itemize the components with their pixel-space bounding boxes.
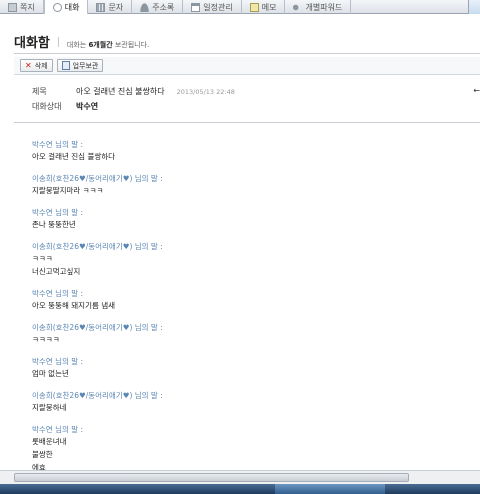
message-line: 불쌍한 (32, 450, 53, 459)
tab-label: 개별파워드 (305, 2, 343, 12)
tab-memo[interactable]: 메모 (242, 0, 286, 14)
message-line: 아오 걸래년 진심 불쌍하다 (32, 152, 116, 161)
partner-row: 대화상대 박수연 (32, 101, 480, 116)
tab-sms[interactable]: 문자 (88, 0, 133, 14)
scrollbar-thumb[interactable] (14, 473, 409, 482)
partner-key: 대화상대 (32, 102, 62, 111)
message-toolbar: ✕ 삭제 업무보관 (14, 57, 480, 75)
delete-button[interactable]: ✕ 삭제 (20, 59, 53, 72)
back-arrow-icon[interactable]: ← (473, 86, 480, 95)
memo-icon (249, 2, 259, 12)
tab-label: 문자 (108, 2, 124, 12)
message-speaker: 박수연 님의 말 : (32, 208, 84, 217)
tab-calendar[interactable]: 일정관리 (183, 0, 242, 14)
delete-x-icon: ✕ (25, 60, 32, 70)
save-to-work-button[interactable]: 업무보관 (56, 59, 104, 72)
subject-value: 아오 걸래년 진심 불쌍하다 (76, 87, 165, 96)
message-line: 존나 뚱뚱한년 (32, 220, 76, 229)
retention-prefix: 대화는 (66, 41, 89, 49)
message-speaker: 이송희(호찬26♥/동어리애기♥) 님의 말 : (32, 391, 163, 400)
page-title: 대화함 (14, 36, 50, 51)
message-speaker: 박수연 님의 말 : (32, 140, 84, 149)
message-speaker: 박수연 님의 말 : (32, 289, 84, 298)
retention-notice: 대화는 6개월간 보관됩니다. (67, 40, 149, 50)
subject-key: 제목 (32, 87, 47, 96)
app-tab-bar: 쪽지 대화 문자 주소록 일정관리 메모 개별파워드 (0, 0, 480, 14)
message-list: 박수연 님의 말 : 아오 걸래년 진심 불쌍하다 이송희(호찬26♥/동어리애… (32, 140, 462, 485)
tab-label: 대화 (64, 2, 80, 12)
header-divider (14, 53, 480, 54)
message-item: 박수연 님의 말 : 롯배운녀내 불쌍한 에효 (32, 425, 462, 474)
conversation-date: 2013/05/13 22:48 (176, 88, 235, 96)
message-item: 박수연 님의 말 : 존나 뚱뚱한년 (32, 208, 462, 231)
message-item: 이송희(호찬26♥/동어리애기♥) 님의 말 : 지랄뭉하네 (32, 391, 462, 414)
document-icon (61, 61, 70, 70)
message-item: 박수연 님의 말 : 아오 걸래년 진심 불쌍하다 (32, 140, 462, 163)
message-line: ㅋㅋㅋ (32, 254, 53, 263)
message-item: 이송희(호찬26♥/동어리애기♥) 님의 말 : 지랄뭉딸지마라 ㅋㅋㅋ (32, 174, 462, 197)
tab-label: 주소록 (152, 2, 175, 12)
message-item: 이송희(호찬26♥/동어리애기♥) 님의 말 : ㅋㅋㅋㅋ (32, 323, 462, 346)
message-line: 지랄뭉하네 (32, 403, 67, 412)
page-header: 대화함 대화는 6개월간 보관됩니다. (14, 32, 149, 51)
tab-notes[interactable]: 쪽지 (0, 0, 44, 14)
save-label: 업무보관 (72, 61, 99, 70)
message-speaker: 이송희(호찬26♥/동어리애기♥) 님의 말 : (32, 242, 163, 251)
sms-icon (96, 2, 106, 12)
chat-bubble-icon (52, 2, 62, 12)
message-line: 너신고먹고싶지 (32, 267, 81, 276)
message-item: 박수연 님의 말 : 아오 뚱뚱해 돼지기름 냄새 (32, 289, 462, 312)
conversation-meta: 제목 아오 걸래년 진심 불쌍하다 2013/05/13 22:48 대화상대 … (32, 86, 480, 116)
message-line: 아오 뚱뚱해 돼지기름 냄새 (32, 301, 116, 310)
message-line: ㅋㅋㅋㅋ (32, 335, 60, 344)
title-divider (57, 36, 59, 47)
message-item: 이송희(호찬26♥/동어리애기♥) 님의 말 : ㅋㅋㅋ 너신고먹고싶지 (32, 242, 462, 278)
tab-label: 쪽지 (20, 2, 35, 12)
tab-label: 메모 (261, 2, 277, 12)
subject-row: 제목 아오 걸래년 진심 불쌍하다 2013/05/13 22:48 (32, 86, 480, 101)
retention-period: 6개월간 (88, 41, 113, 49)
envelope-icon (8, 2, 17, 12)
tab-bar-corner (468, 0, 480, 14)
key-icon (293, 2, 303, 12)
tab-password[interactable]: 개별파워드 (285, 0, 352, 14)
os-taskbar (0, 484, 480, 494)
tab-label: 일정관리 (203, 2, 233, 12)
tab-contacts[interactable]: 주소록 (132, 0, 184, 14)
tab-chat[interactable]: 대화 (43, 0, 89, 14)
message-speaker: 박수연 님의 말 : (32, 357, 84, 366)
message-speaker: 이송희(호찬26♥/동어리애기♥) 님의 말 : (32, 174, 163, 183)
calendar-icon (191, 2, 201, 12)
message-line: 지랄뭉딸지마라 ㅋㅋㅋ (32, 186, 104, 195)
message-line: 롯배운녀내 (32, 437, 67, 446)
partner-value: 박수연 (76, 102, 99, 111)
meta-divider (14, 122, 480, 123)
message-speaker: 이송희(호찬26♥/동어리애기♥) 님의 말 : (32, 323, 163, 332)
message-item: 박수연 님의 말 : 엄마 없는년 (32, 357, 462, 380)
retention-suffix: 보관됩니다. (112, 41, 150, 49)
delete-label: 삭제 (34, 61, 48, 70)
taskbar-highlight (275, 484, 385, 494)
horizontal-scrollbar[interactable] (0, 470, 480, 484)
message-line: 엄마 없는년 (32, 369, 69, 378)
contacts-icon (140, 2, 150, 12)
message-speaker: 박수연 님의 말 : (32, 425, 84, 434)
